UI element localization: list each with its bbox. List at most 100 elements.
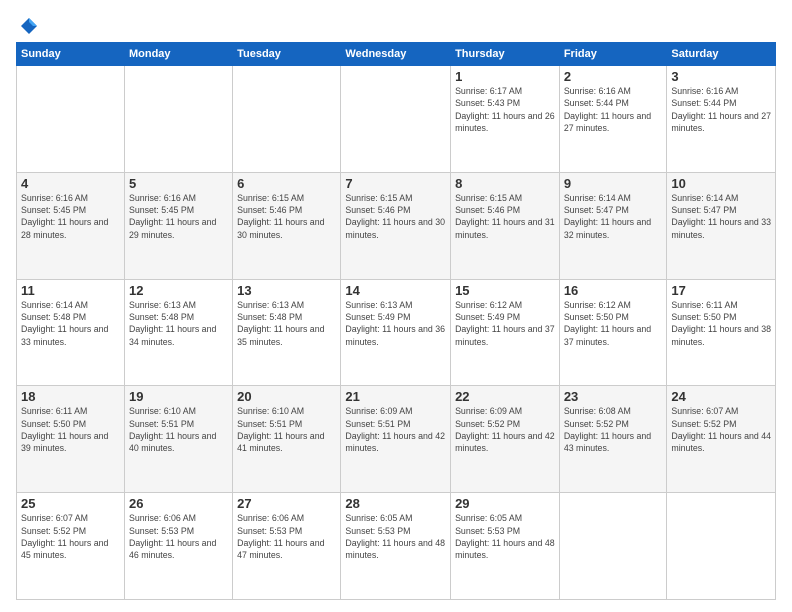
table-row: 18Sunrise: 6:11 AMSunset: 5:50 PMDayligh… <box>17 386 125 493</box>
day-info: Sunrise: 6:14 AMSunset: 5:48 PMDaylight:… <box>21 299 120 348</box>
table-row: 23Sunrise: 6:08 AMSunset: 5:52 PMDayligh… <box>559 386 667 493</box>
table-row: 19Sunrise: 6:10 AMSunset: 5:51 PMDayligh… <box>124 386 232 493</box>
table-row: 6Sunrise: 6:15 AMSunset: 5:46 PMDaylight… <box>233 172 341 279</box>
day-info: Sunrise: 6:15 AMSunset: 5:46 PMDaylight:… <box>237 192 336 241</box>
table-row: 8Sunrise: 6:15 AMSunset: 5:46 PMDaylight… <box>451 172 560 279</box>
col-sunday: Sunday <box>17 43 125 66</box>
col-wednesday: Wednesday <box>341 43 451 66</box>
calendar-week-row: 25Sunrise: 6:07 AMSunset: 5:52 PMDayligh… <box>17 493 776 600</box>
day-number: 12 <box>129 283 228 298</box>
day-info: Sunrise: 6:05 AMSunset: 5:53 PMDaylight:… <box>345 512 446 561</box>
col-tuesday: Tuesday <box>233 43 341 66</box>
day-info: Sunrise: 6:16 AMSunset: 5:45 PMDaylight:… <box>129 192 228 241</box>
day-number: 1 <box>455 69 555 84</box>
calendar-week-row: 18Sunrise: 6:11 AMSunset: 5:50 PMDayligh… <box>17 386 776 493</box>
day-info: Sunrise: 6:13 AMSunset: 5:49 PMDaylight:… <box>345 299 446 348</box>
header <box>16 12 776 36</box>
day-number: 26 <box>129 496 228 511</box>
table-row: 16Sunrise: 6:12 AMSunset: 5:50 PMDayligh… <box>559 279 667 386</box>
day-number: 29 <box>455 496 555 511</box>
day-info: Sunrise: 6:11 AMSunset: 5:50 PMDaylight:… <box>671 299 771 348</box>
day-info: Sunrise: 6:09 AMSunset: 5:52 PMDaylight:… <box>455 405 555 454</box>
logo <box>16 16 39 36</box>
table-row <box>233 66 341 173</box>
table-row: 27Sunrise: 6:06 AMSunset: 5:53 PMDayligh… <box>233 493 341 600</box>
table-row: 1Sunrise: 6:17 AMSunset: 5:43 PMDaylight… <box>451 66 560 173</box>
table-row: 26Sunrise: 6:06 AMSunset: 5:53 PMDayligh… <box>124 493 232 600</box>
table-row: 29Sunrise: 6:05 AMSunset: 5:53 PMDayligh… <box>451 493 560 600</box>
table-row: 11Sunrise: 6:14 AMSunset: 5:48 PMDayligh… <box>17 279 125 386</box>
table-row: 17Sunrise: 6:11 AMSunset: 5:50 PMDayligh… <box>667 279 776 386</box>
day-number: 2 <box>564 69 663 84</box>
day-info: Sunrise: 6:15 AMSunset: 5:46 PMDaylight:… <box>345 192 446 241</box>
day-number: 19 <box>129 389 228 404</box>
day-info: Sunrise: 6:14 AMSunset: 5:47 PMDaylight:… <box>564 192 663 241</box>
day-info: Sunrise: 6:13 AMSunset: 5:48 PMDaylight:… <box>237 299 336 348</box>
calendar-week-row: 4Sunrise: 6:16 AMSunset: 5:45 PMDaylight… <box>17 172 776 279</box>
calendar-header-row: Sunday Monday Tuesday Wednesday Thursday… <box>17 43 776 66</box>
day-info: Sunrise: 6:11 AMSunset: 5:50 PMDaylight:… <box>21 405 120 454</box>
day-number: 4 <box>21 176 120 191</box>
table-row: 15Sunrise: 6:12 AMSunset: 5:49 PMDayligh… <box>451 279 560 386</box>
table-row: 25Sunrise: 6:07 AMSunset: 5:52 PMDayligh… <box>17 493 125 600</box>
day-info: Sunrise: 6:05 AMSunset: 5:53 PMDaylight:… <box>455 512 555 561</box>
day-info: Sunrise: 6:16 AMSunset: 5:44 PMDaylight:… <box>564 85 663 134</box>
day-info: Sunrise: 6:12 AMSunset: 5:49 PMDaylight:… <box>455 299 555 348</box>
day-info: Sunrise: 6:15 AMSunset: 5:46 PMDaylight:… <box>455 192 555 241</box>
table-row: 13Sunrise: 6:13 AMSunset: 5:48 PMDayligh… <box>233 279 341 386</box>
day-number: 11 <box>21 283 120 298</box>
col-monday: Monday <box>124 43 232 66</box>
table-row: 9Sunrise: 6:14 AMSunset: 5:47 PMDaylight… <box>559 172 667 279</box>
day-info: Sunrise: 6:10 AMSunset: 5:51 PMDaylight:… <box>129 405 228 454</box>
table-row: 4Sunrise: 6:16 AMSunset: 5:45 PMDaylight… <box>17 172 125 279</box>
col-saturday: Saturday <box>667 43 776 66</box>
day-info: Sunrise: 6:07 AMSunset: 5:52 PMDaylight:… <box>21 512 120 561</box>
day-info: Sunrise: 6:08 AMSunset: 5:52 PMDaylight:… <box>564 405 663 454</box>
day-number: 28 <box>345 496 446 511</box>
page: Sunday Monday Tuesday Wednesday Thursday… <box>0 0 792 612</box>
day-number: 3 <box>671 69 771 84</box>
day-info: Sunrise: 6:06 AMSunset: 5:53 PMDaylight:… <box>129 512 228 561</box>
day-number: 7 <box>345 176 446 191</box>
day-number: 22 <box>455 389 555 404</box>
day-number: 17 <box>671 283 771 298</box>
table-row: 21Sunrise: 6:09 AMSunset: 5:51 PMDayligh… <box>341 386 451 493</box>
table-row: 5Sunrise: 6:16 AMSunset: 5:45 PMDaylight… <box>124 172 232 279</box>
day-number: 24 <box>671 389 771 404</box>
col-friday: Friday <box>559 43 667 66</box>
day-number: 27 <box>237 496 336 511</box>
day-number: 15 <box>455 283 555 298</box>
day-number: 14 <box>345 283 446 298</box>
table-row: 7Sunrise: 6:15 AMSunset: 5:46 PMDaylight… <box>341 172 451 279</box>
day-info: Sunrise: 6:06 AMSunset: 5:53 PMDaylight:… <box>237 512 336 561</box>
day-number: 9 <box>564 176 663 191</box>
calendar-week-row: 11Sunrise: 6:14 AMSunset: 5:48 PMDayligh… <box>17 279 776 386</box>
day-number: 8 <box>455 176 555 191</box>
table-row: 2Sunrise: 6:16 AMSunset: 5:44 PMDaylight… <box>559 66 667 173</box>
day-info: Sunrise: 6:17 AMSunset: 5:43 PMDaylight:… <box>455 85 555 134</box>
day-info: Sunrise: 6:09 AMSunset: 5:51 PMDaylight:… <box>345 405 446 454</box>
table-row: 3Sunrise: 6:16 AMSunset: 5:44 PMDaylight… <box>667 66 776 173</box>
day-info: Sunrise: 6:16 AMSunset: 5:45 PMDaylight:… <box>21 192 120 241</box>
table-row: 24Sunrise: 6:07 AMSunset: 5:52 PMDayligh… <box>667 386 776 493</box>
day-number: 20 <box>237 389 336 404</box>
table-row <box>17 66 125 173</box>
day-info: Sunrise: 6:14 AMSunset: 5:47 PMDaylight:… <box>671 192 771 241</box>
day-number: 21 <box>345 389 446 404</box>
calendar-table: Sunday Monday Tuesday Wednesday Thursday… <box>16 42 776 600</box>
table-row: 20Sunrise: 6:10 AMSunset: 5:51 PMDayligh… <box>233 386 341 493</box>
col-thursday: Thursday <box>451 43 560 66</box>
day-info: Sunrise: 6:13 AMSunset: 5:48 PMDaylight:… <box>129 299 228 348</box>
day-info: Sunrise: 6:12 AMSunset: 5:50 PMDaylight:… <box>564 299 663 348</box>
day-number: 5 <box>129 176 228 191</box>
table-row: 22Sunrise: 6:09 AMSunset: 5:52 PMDayligh… <box>451 386 560 493</box>
calendar-week-row: 1Sunrise: 6:17 AMSunset: 5:43 PMDaylight… <box>17 66 776 173</box>
table-row <box>559 493 667 600</box>
table-row <box>667 493 776 600</box>
logo-icon <box>19 16 39 36</box>
table-row: 12Sunrise: 6:13 AMSunset: 5:48 PMDayligh… <box>124 279 232 386</box>
day-info: Sunrise: 6:07 AMSunset: 5:52 PMDaylight:… <box>671 405 771 454</box>
table-row <box>341 66 451 173</box>
table-row: 10Sunrise: 6:14 AMSunset: 5:47 PMDayligh… <box>667 172 776 279</box>
table-row: 28Sunrise: 6:05 AMSunset: 5:53 PMDayligh… <box>341 493 451 600</box>
